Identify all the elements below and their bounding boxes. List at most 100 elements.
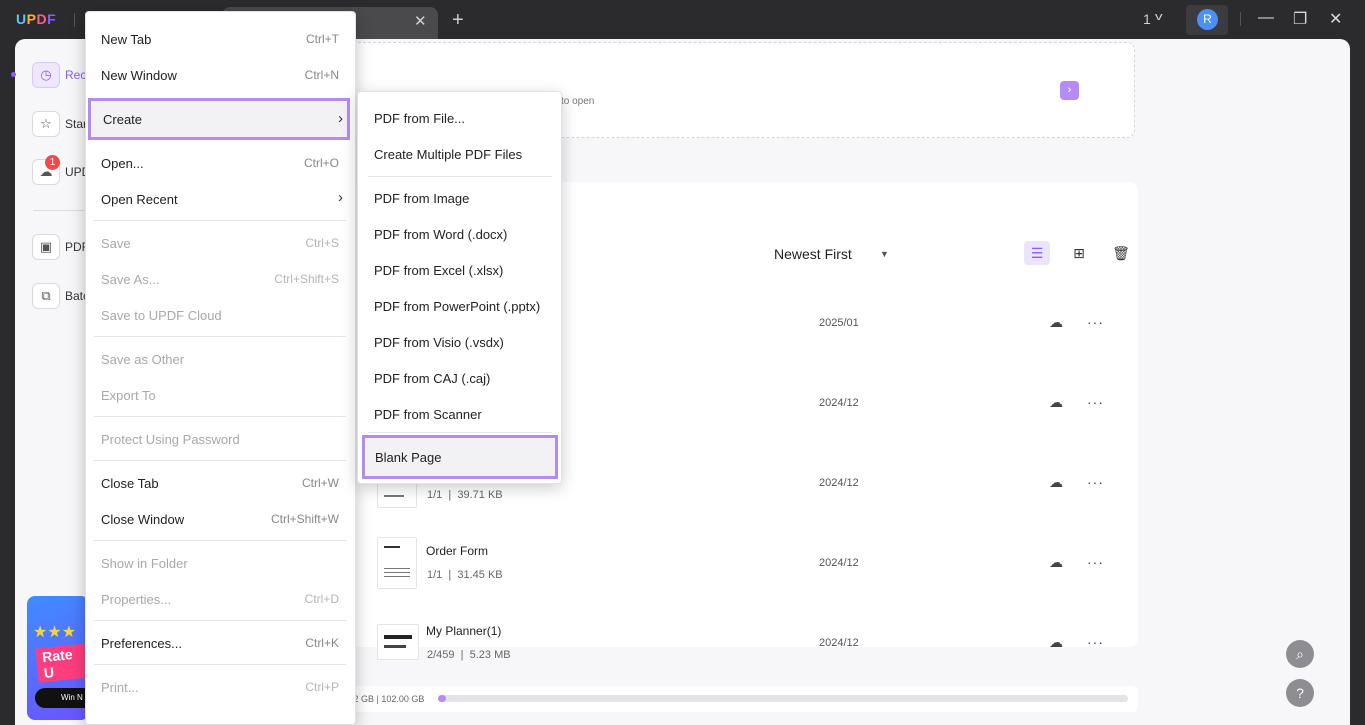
menu-item-new-window[interactable]: New Window Ctrl+N <box>86 58 355 94</box>
file-size: 5.23 MB <box>469 649 511 661</box>
menu-item-show-in-folder[interactable]: Show in Folder <box>86 546 355 582</box>
tab-close-icon[interactable]: ✕ <box>414 12 427 30</box>
menu-divider <box>94 416 346 417</box>
avatar: R <box>1197 9 1218 30</box>
file-menu: New Tab Ctrl+T New Window Ctrl+N Create › O… <box>85 11 356 725</box>
window-count[interactable]: 1 <box>1143 11 1151 27</box>
trash-icon[interactable]: 🗑 <box>1108 241 1134 265</box>
storage-bar-fill <box>438 695 447 702</box>
menu-item-new-tab[interactable]: New Tab Ctrl+T <box>86 22 355 58</box>
menu-item-export-to[interactable]: Export To <box>86 378 355 414</box>
menu-item-save[interactable]: Save Ctrl+S <box>86 226 355 262</box>
rate-us-text: Rate U <box>35 643 89 683</box>
active-indicator <box>11 72 16 77</box>
menu-item-save-as-other[interactable]: Save as Other <box>86 342 355 378</box>
menu-item-open-recent[interactable]: Open Recent › <box>86 182 355 218</box>
menu-item-protect-password[interactable]: Protect Using Password <box>86 422 355 458</box>
copy-icon: ⧉ <box>32 283 60 309</box>
menu-item-save-as[interactable]: Save As... Ctrl+Shift+S <box>86 262 355 298</box>
create-submenu: PDF from File... Create Multiple PDF Fil… <box>357 91 562 484</box>
more-options-icon[interactable]: ··· <box>1087 634 1104 650</box>
minimize-icon[interactable]: — <box>1258 9 1274 27</box>
submenu-item-pdf-from-image[interactable]: PDF from Image <box>358 181 561 217</box>
submenu-item-pdf-from-scanner[interactable]: PDF from Scanner <box>358 397 561 433</box>
star-icon: ☆ <box>32 111 60 137</box>
restore-icon[interactable]: ❐ <box>1293 9 1307 29</box>
search-icon[interactable]: ⌕ <box>1286 640 1314 668</box>
cloud-upload-icon[interactable]: ☁ <box>1049 634 1063 651</box>
file-pages: 1/1 <box>427 489 443 501</box>
cloud-upload-icon[interactable]: ☁ <box>1049 314 1063 331</box>
file-date: 2024/12 <box>819 477 859 489</box>
cloud-upload-icon[interactable]: ☁ <box>1049 474 1063 491</box>
caret-down-icon[interactable]: ▼ <box>880 249 889 259</box>
title-separator <box>1240 12 1241 26</box>
menu-item-open[interactable]: Open... Ctrl+O <box>86 146 355 182</box>
stars-icon: ★★★ <box>33 624 77 641</box>
chevron-right-icon: › <box>338 110 343 127</box>
file-pages: 2/459 <box>427 649 455 661</box>
submenu-divider <box>368 176 552 177</box>
menu-divider <box>94 460 346 461</box>
account-button[interactable]: R <box>1186 5 1228 35</box>
open-arrow-button[interactable]: › <box>1060 81 1079 100</box>
file-pages: 1/1 <box>427 569 443 581</box>
menu-item-preferences[interactable]: Preferences... Ctrl+K <box>86 626 355 662</box>
file-name[interactable]: My Planner(1) <box>426 624 501 638</box>
menu-item-close-window[interactable]: Close Window Ctrl+Shift+W <box>86 502 355 538</box>
clock-icon: ◷ <box>32 62 60 88</box>
list-view-icon[interactable]: ☰ <box>1024 241 1050 265</box>
help-icon[interactable]: ? <box>1286 679 1314 707</box>
more-options-icon[interactable]: ··· <box>1087 554 1104 570</box>
cloud-upload-icon[interactable]: ☁ <box>1049 394 1063 411</box>
add-tab-icon[interactable]: + <box>452 9 464 32</box>
sort-dropdown[interactable]: Newest First <box>774 246 852 262</box>
menu-divider <box>94 220 346 221</box>
storage-bar <box>438 695 1128 702</box>
grid-view-icon[interactable]: ⊞ <box>1066 241 1092 265</box>
menu-item-print[interactable]: Print... Ctrl+P <box>86 670 355 706</box>
submenu-item-pdf-from-word[interactable]: PDF from Word (.docx) <box>358 217 561 253</box>
file-date: 2024/12 <box>819 557 859 569</box>
submenu-item-pdf-from-excel[interactable]: PDF from Excel (.xlsx) <box>358 253 561 289</box>
close-window-icon[interactable]: ✕ <box>1329 9 1342 29</box>
menu-item-properties[interactable]: Properties... Ctrl+D <box>86 582 355 618</box>
submenu-divider <box>368 432 552 433</box>
briefcase-icon: ▣ <box>32 234 60 260</box>
submenu-item-pdf-from-visio[interactable]: PDF from Visio (.vsdx) <box>358 325 561 361</box>
title-separator <box>74 13 75 27</box>
file-date: 2024/12 <box>819 637 859 649</box>
chevron-right-icon: › <box>338 189 343 206</box>
submenu-item-create-multiple[interactable]: Create Multiple PDF Files <box>358 137 561 173</box>
menu-item-close-tab[interactable]: Close Tab Ctrl+W <box>86 466 355 502</box>
chevron-down-icon[interactable]: v <box>1155 11 1163 23</box>
submenu-item-pdf-from-caj[interactable]: PDF from CAJ (.caj) <box>358 361 561 397</box>
menu-divider <box>94 620 346 621</box>
dropzone-hint: to open <box>561 96 595 107</box>
menu-item-create[interactable]: Create › <box>88 98 350 140</box>
menu-item-save-cloud[interactable]: Save to UPDF Cloud <box>86 298 355 334</box>
sidebar-divider <box>33 210 85 211</box>
win-now-button[interactable]: Win N <box>35 688 89 708</box>
notification-badge: 1 <box>45 155 60 170</box>
submenu-item-pdf-from-file[interactable]: PDF from File... <box>358 101 561 137</box>
file-thumbnail[interactable] <box>377 537 417 589</box>
submenu-item-pdf-from-powerpoint[interactable]: PDF from PowerPoint (.pptx) <box>358 289 561 325</box>
file-name[interactable]: Order Form <box>426 544 488 558</box>
file-thumbnail[interactable] <box>377 624 419 660</box>
more-options-icon[interactable]: ··· <box>1087 474 1104 490</box>
menu-divider <box>94 336 346 337</box>
submenu-item-blank-page[interactable]: Blank Page <box>362 435 558 479</box>
rate-us-banner[interactable]: ★★★ Rate U Win N <box>27 596 89 720</box>
more-options-icon[interactable]: ··· <box>1087 314 1104 330</box>
file-meta: 1/1 | 39.71 KB <box>427 489 503 501</box>
file-date: 2024/12 <box>819 397 859 409</box>
file-size: 31.45 KB <box>457 569 503 581</box>
more-options-icon[interactable]: ··· <box>1087 394 1104 410</box>
updf-logo: UPDF <box>16 11 57 27</box>
menu-divider <box>94 540 346 541</box>
cloud-upload-icon[interactable]: ☁ <box>1049 554 1063 571</box>
file-meta: 1/1 | 31.45 KB <box>427 569 503 581</box>
file-date: 2025/01 <box>819 317 859 329</box>
menu-divider <box>94 664 346 665</box>
